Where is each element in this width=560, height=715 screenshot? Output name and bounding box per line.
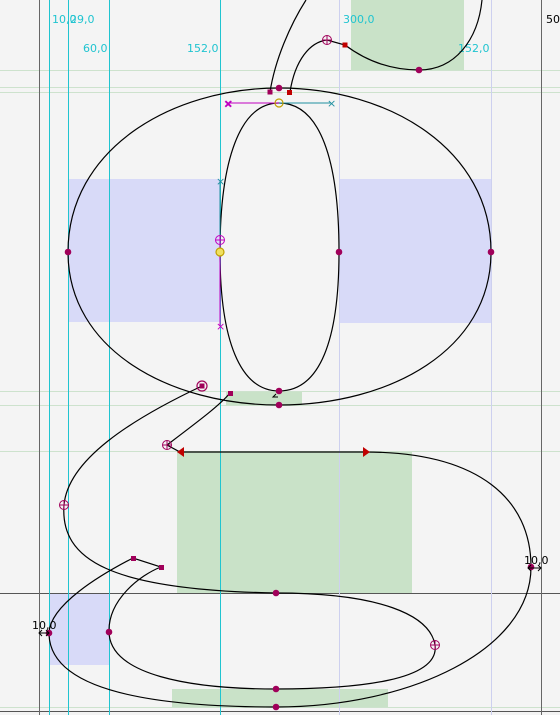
label-advance-50: 50 xyxy=(546,13,560,26)
glyph-editor-canvas[interactable]: 10,0 29,0 300,0 50 60,0 152,0 152,0 10,0… xyxy=(0,0,560,715)
label-60: 60,0 xyxy=(83,42,108,55)
on-curve-points[interactable] xyxy=(45,66,535,711)
handle-x-right: × xyxy=(327,97,336,110)
point xyxy=(335,248,343,256)
point xyxy=(275,401,283,409)
label-152-right: 152,0 xyxy=(458,42,490,55)
bowl-inner-contour xyxy=(219,102,340,392)
handle-x-top: × xyxy=(216,175,225,188)
point xyxy=(487,248,495,256)
point xyxy=(415,66,423,74)
handle-x-left: × xyxy=(224,97,233,110)
handle-x-bottom: × xyxy=(216,320,225,333)
label-width-300: 300,0 xyxy=(343,13,375,26)
label-stem-29: 29,0 xyxy=(70,13,95,26)
point xyxy=(275,84,283,92)
label-152-left: 152,0 xyxy=(187,42,219,55)
point xyxy=(275,387,283,395)
point xyxy=(105,628,113,636)
point xyxy=(272,685,280,693)
point xyxy=(64,248,72,256)
vertical-hint-zones xyxy=(172,0,464,707)
glyph-outline[interactable] xyxy=(48,0,532,708)
hv-point-left xyxy=(215,247,225,257)
label-right-10: 10,0 xyxy=(524,554,549,567)
control-handles: × xyxy=(219,99,331,326)
point xyxy=(272,703,280,711)
point xyxy=(272,589,280,597)
